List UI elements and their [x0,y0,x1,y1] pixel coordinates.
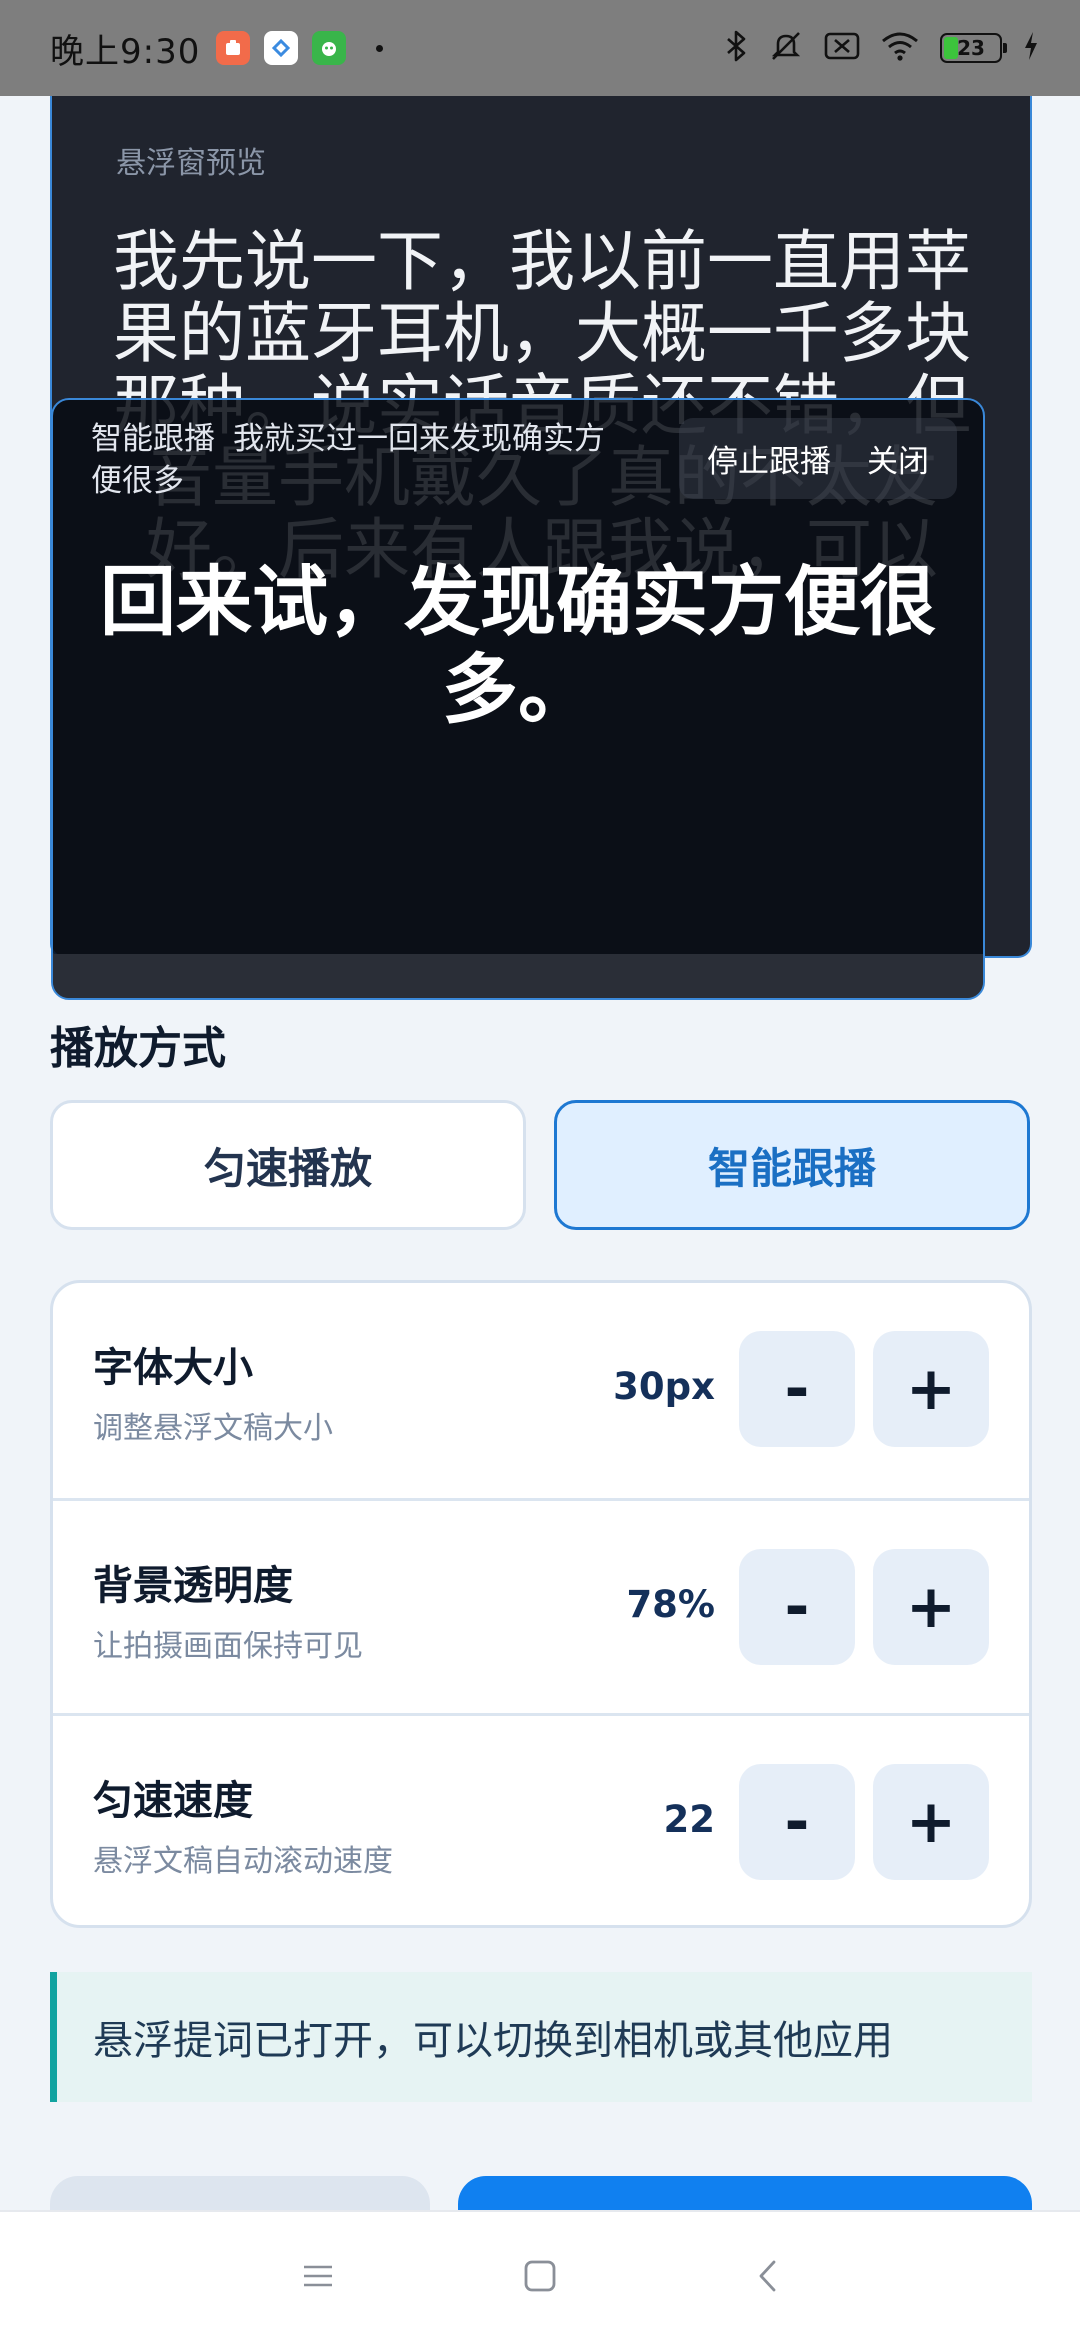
uniform-play-button[interactable]: 匀速播放 [50,1100,526,1230]
decrease-speed-button[interactable]: - [739,1764,855,1880]
setting-title: 字体大小 [93,1345,253,1391]
back-icon[interactable] [740,2248,796,2304]
smart-follow-button[interactable]: 智能跟播 [554,1100,1030,1230]
overlay-status: 智能跟播 我就买过一回来发现确实方便很多 [91,418,631,502]
mute-icon [768,28,804,68]
setting-value: 78% [626,1583,715,1626]
overlay-resize-bar[interactable] [53,954,983,998]
setting-title: 背景透明度 [93,1563,293,1609]
status-notice: 悬浮提词已打开，可以切换到相机或其他应用 [50,1972,1032,2102]
status-time: 晚上9:30 [50,31,201,72]
stop-follow-button[interactable]: 停止跟播 [693,424,845,493]
increase-font-size-button[interactable]: + [873,1331,989,1447]
overlay-mode-label: 智能跟播 [91,421,215,457]
setting-subtitle: 悬浮文稿自动滚动速度 [93,1844,393,1879]
notification-dot [376,44,384,52]
increase-opacity-button[interactable]: + [873,1549,989,1665]
scroll-speed-setting: 匀速速度 悬浮文稿自动滚动速度 22 - + [53,1713,1029,1925]
close-overlay-button[interactable]: 关闭 [853,424,943,493]
app-icon-green [312,31,347,65]
setting-value: 22 [663,1798,716,1841]
home-icon[interactable] [512,2248,568,2304]
overlay-controls: 停止跟播 关闭 [679,418,957,499]
setting-subtitle: 让拍摄画面保持可见 [93,1629,363,1664]
overlay-caption: 回来试，发现确实方便很多。 [100,557,936,734]
app-icon-blue [264,31,299,65]
battery-level: 23 [957,36,985,60]
floating-teleprompter-window[interactable]: 智能跟播 我就买过一回来发现确实方便很多 停止跟播 关闭 回来试，发现确实方便很多… [51,398,985,1000]
menu-icon[interactable] [290,2248,346,2304]
status-indicators: 23 [724,28,1040,68]
decrease-font-size-button[interactable]: - [739,1331,855,1447]
sim-icon [824,31,860,65]
status-bar: 晚上9:30 23 [0,0,1080,96]
wifi-icon [880,30,920,66]
play-mode-title: 播放方式 [50,1023,226,1074]
preview-label: 悬浮窗预览 [116,146,266,181]
opacity-setting: 背景透明度 让拍摄画面保持可见 78% - + [53,1498,1029,1713]
setting-value: 30px [613,1365,715,1408]
setting-subtitle: 调整悬浮文稿大小 [93,1411,333,1446]
bluetooth-icon [724,29,748,67]
battery-icon: 23 [940,33,1007,63]
system-nav-bar [0,2210,1080,2340]
settings-card: 字体大小 调整悬浮文稿大小 30px - + 背景透明度 让拍摄画面保持可见 7… [50,1280,1032,1928]
setting-title: 匀速速度 [93,1778,253,1824]
decrease-opacity-button[interactable]: - [739,1549,855,1665]
app-icon-orange [216,31,251,65]
font-size-setting: 字体大小 调整悬浮文稿大小 30px - + [53,1283,1029,1498]
increase-speed-button[interactable]: + [873,1764,989,1880]
charging-icon [1022,30,1040,66]
